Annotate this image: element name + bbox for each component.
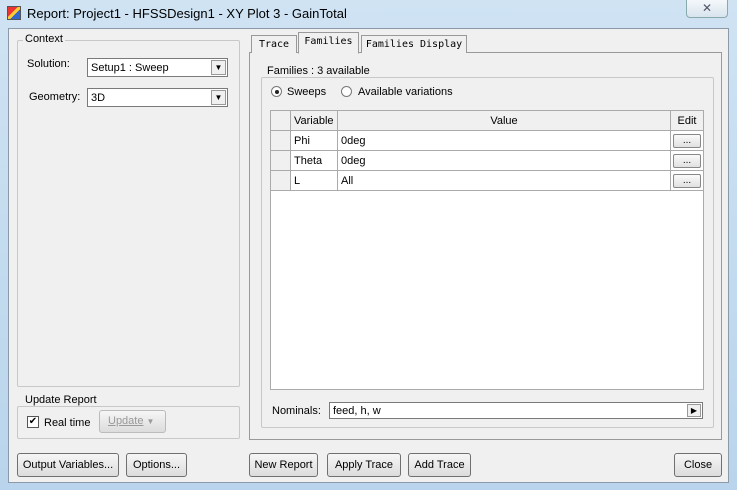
chevron-down-icon[interactable]: ▼ (211, 90, 226, 105)
update-report-label: Update Report (23, 394, 99, 406)
add-trace-button[interactable]: Add Trace (408, 453, 471, 477)
new-report-button[interactable]: New Report (249, 453, 318, 477)
sweeps-label: Sweeps (287, 86, 327, 98)
row-header[interactable] (271, 151, 291, 171)
output-variables-button[interactable]: Output Variables... (17, 453, 119, 477)
window-close-button[interactable]: ✕ (686, 0, 728, 18)
families-table: Variable Value Edit Phi 0deg ... Theta 0… (270, 110, 704, 390)
column-header-edit[interactable]: Edit (671, 111, 704, 131)
column-header-variable[interactable]: Variable (291, 111, 338, 131)
nominals-label: Nominals: (272, 405, 321, 417)
tab-families-display[interactable]: Families Display (361, 35, 467, 53)
geometry-combo[interactable]: 3D ▼ (87, 88, 228, 107)
realtime-checkbox[interactable]: ✔ (27, 416, 39, 428)
geometry-label: Geometry: (29, 91, 81, 103)
title-bar: Report: Project1 - HFSSDesign1 - XY Plot… (0, 0, 737, 28)
nominals-value: feed, h, w (333, 405, 381, 417)
available-variations-radio[interactable] (341, 86, 352, 97)
table-cell-value[interactable]: 0deg (338, 131, 671, 151)
corner-header (271, 111, 291, 131)
edit-ellipsis-button[interactable]: ... (673, 154, 701, 168)
geometry-value: 3D (91, 92, 106, 104)
app-icon (7, 6, 21, 20)
apply-trace-button[interactable]: Apply Trace (327, 453, 401, 477)
chevron-down-icon: ▼ (146, 417, 155, 426)
chevron-down-icon[interactable]: ▼ (211, 60, 226, 75)
table-cell-value[interactable]: 0deg (338, 151, 671, 171)
solution-combo[interactable]: Setup1 : Sweep ▼ (87, 58, 228, 77)
row-header[interactable] (271, 171, 291, 191)
update-label: Update (108, 415, 144, 427)
sweeps-radio[interactable] (271, 86, 282, 97)
window-title: Report: Project1 - HFSSDesign1 - XY Plot… (27, 6, 347, 21)
tab-trace[interactable]: Trace (251, 35, 297, 53)
table-cell-edit: ... (671, 171, 704, 191)
edit-ellipsis-button[interactable]: ... (673, 174, 701, 188)
table-cell-value[interactable]: All (338, 171, 671, 191)
table-cell-variable: L (291, 171, 338, 191)
tab-families[interactable]: Families (298, 32, 359, 54)
table-cell-variable: Theta (291, 151, 338, 171)
available-variations-label: Available variations (358, 86, 453, 98)
options-button[interactable]: Options... (126, 453, 187, 477)
arrow-right-icon[interactable]: ▶ (687, 404, 701, 417)
solution-value: Setup1 : Sweep (91, 62, 169, 74)
solution-label: Solution: (27, 58, 70, 70)
update-button[interactable]: Update ▼ (99, 410, 166, 433)
table-cell-edit: ... (671, 131, 704, 151)
context-label: Context (23, 33, 65, 45)
close-button[interactable]: Close (674, 453, 722, 477)
realtime-label: Real time (44, 417, 91, 429)
column-header-value[interactable]: Value (338, 111, 671, 131)
families-label: Families : 3 available (265, 65, 372, 77)
nominals-field[interactable]: feed, h, w ▶ (329, 402, 703, 419)
edit-ellipsis-button[interactable]: ... (673, 134, 701, 148)
table-cell-variable: Phi (291, 131, 338, 151)
row-header[interactable] (271, 131, 291, 151)
table-cell-edit: ... (671, 151, 704, 171)
